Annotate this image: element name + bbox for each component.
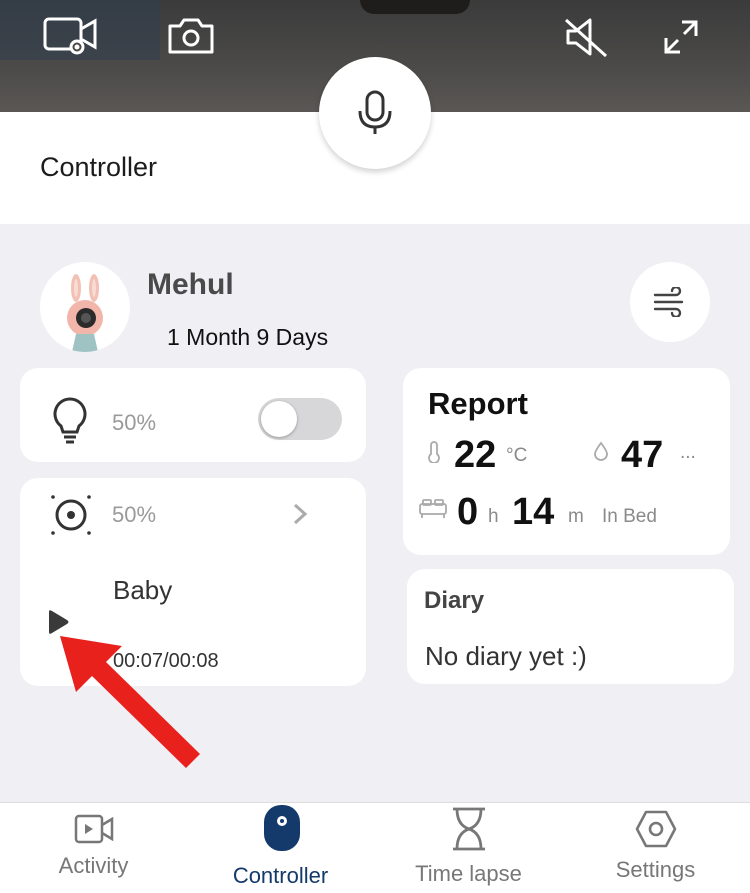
fan-button[interactable] bbox=[630, 262, 710, 342]
tab-bar: Activity Controller Time lapse Settings bbox=[0, 802, 750, 893]
humidity-value: 47 bbox=[621, 434, 664, 476]
nightlight-card[interactable]: 50% bbox=[20, 368, 366, 462]
sleep-minutes-unit: m bbox=[568, 506, 584, 527]
annotation-arrow-icon bbox=[60, 636, 200, 768]
tab-settings-label: Settings bbox=[615, 857, 696, 882]
tab-time-lapse[interactable]: Time lapse bbox=[375, 803, 562, 893]
light-level: 50% bbox=[112, 410, 157, 435]
avatar[interactable] bbox=[40, 262, 130, 352]
drop-icon bbox=[594, 441, 608, 461]
sound-volume: 50% bbox=[112, 502, 157, 527]
diary-title: Diary bbox=[424, 587, 485, 614]
tab-activity-label: Activity bbox=[58, 853, 129, 878]
video-icon bbox=[74, 814, 114, 844]
chevron-right-icon[interactable] bbox=[292, 502, 308, 526]
diary-card[interactable]: Diary No diary yet :) bbox=[407, 569, 734, 684]
tab-controller[interactable]: Controller bbox=[187, 803, 374, 893]
temperature-value: 22 bbox=[454, 434, 497, 476]
sleep-minutes: 14 bbox=[512, 491, 555, 533]
track-name: Baby bbox=[113, 575, 173, 605]
sleep-hours-unit: h bbox=[488, 506, 499, 527]
microphone-icon bbox=[358, 90, 392, 134]
baby-age: 1 Month 9 Days bbox=[167, 324, 329, 350]
lullaby-icon bbox=[51, 495, 91, 535]
diary-empty-text: No diary yet :) bbox=[425, 641, 587, 671]
tab-controller-label: Controller bbox=[232, 863, 329, 888]
bulb-icon bbox=[53, 397, 87, 444]
camera-icon[interactable] bbox=[162, 14, 220, 60]
baby-name: Mehul bbox=[147, 268, 234, 301]
fullscreen-icon[interactable] bbox=[652, 14, 710, 60]
page-title: Controller bbox=[40, 152, 158, 182]
sleep-hours: 0 bbox=[457, 491, 479, 533]
temperature-unit: °C bbox=[506, 445, 528, 466]
bed-icon bbox=[419, 499, 447, 518]
bunny-camera-avatar bbox=[67, 274, 103, 352]
microphone-button[interactable] bbox=[319, 57, 431, 169]
report-title: Report bbox=[428, 386, 528, 421]
tab-activity[interactable]: Activity bbox=[0, 803, 187, 893]
report-card[interactable]: Report 22 °C 47 ... 0 h 14 m In Bed bbox=[403, 368, 730, 555]
video-record-icon[interactable] bbox=[42, 14, 100, 60]
controller-icon bbox=[264, 805, 300, 851]
thermometer-icon bbox=[428, 441, 440, 463]
light-toggle[interactable] bbox=[258, 398, 342, 440]
speaker-muted-icon[interactable] bbox=[560, 14, 618, 60]
tab-settings[interactable]: Settings bbox=[562, 803, 749, 893]
sleep-label: In Bed bbox=[602, 506, 657, 527]
tab-time-lapse-label: Time lapse bbox=[415, 861, 522, 886]
hourglass-icon bbox=[453, 807, 485, 851]
wind-icon bbox=[653, 287, 684, 317]
humidity-unit: ... bbox=[680, 442, 696, 463]
hexagon-settings-icon bbox=[635, 810, 677, 848]
